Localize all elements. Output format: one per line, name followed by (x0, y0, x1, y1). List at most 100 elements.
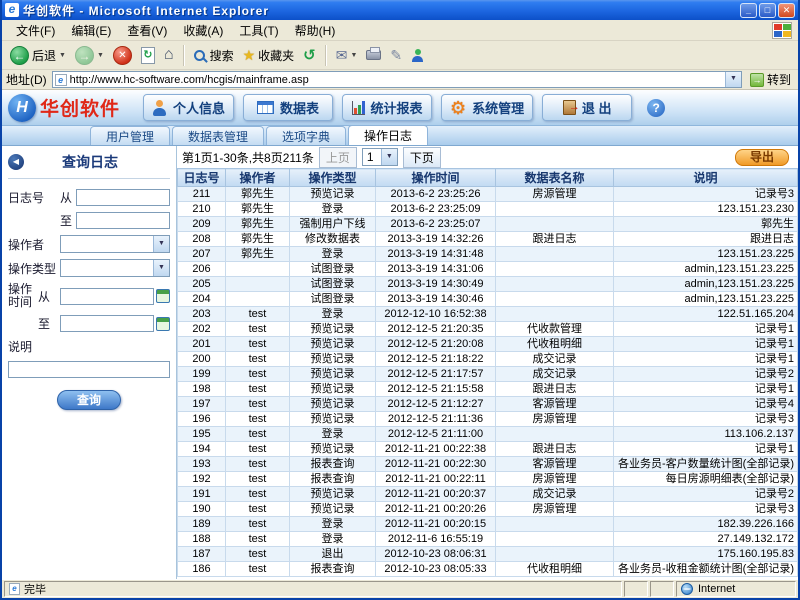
table-row[interactable]: 196 test 预览记录 2012-12-5 21:11:36 房源管理 记录号3 (177, 411, 798, 427)
col-header-table-name[interactable]: 数据表名称 (495, 168, 614, 187)
table-row[interactable]: 209 郭先生 强制用户下线 2013-6-2 23:25:07 郭先生 (177, 216, 798, 232)
calendar-icon[interactable] (156, 316, 170, 331)
calendar-icon[interactable] (156, 289, 170, 303)
menu-view[interactable]: 查看(V) (119, 20, 175, 41)
address-input[interactable] (69, 73, 725, 86)
mail-dropdown-icon[interactable]: ▼ (350, 52, 357, 59)
cell-operator (225, 276, 290, 292)
desc-input[interactable] (8, 361, 170, 378)
page-icon: e (54, 73, 67, 86)
cell-operator (225, 291, 290, 307)
log-no-to-row: 至 (8, 212, 170, 229)
op-type-select[interactable]: ▼ (60, 259, 170, 277)
table-row[interactable]: 200 test 预览记录 2012-12-5 21:18:22 成交记录 记录号1 (177, 351, 798, 367)
nav-data-tables-button[interactable]: 数据表 (243, 94, 334, 121)
nav-system-management-button[interactable]: ⚙ 系统管理 (441, 94, 534, 121)
op-time-to-row: 至 (8, 315, 170, 332)
tab-option-dictionary[interactable]: 选项字典 (266, 126, 347, 145)
col-header-operator[interactable]: 操作者 (225, 168, 290, 187)
close-button[interactable]: ✕ (778, 2, 795, 18)
tab-operation-log[interactable]: 操作日志 (348, 125, 429, 145)
help-button[interactable]: ? (647, 98, 666, 117)
table-row[interactable]: 202 test 预览记录 2012-12-5 21:20:35 代收款管理 记录号1 (177, 321, 798, 337)
refresh-button[interactable]: ↻ (138, 45, 158, 66)
table-row[interactable]: 198 test 预览记录 2012-12-5 21:15:58 跟进日志 记录号1 (177, 381, 798, 397)
ie-toolbar: ← 后退 ▼ → ▼ ✕ ↻ ⌂ 搜索 ★ 收藏夹 ↺ ✉ ▼ ✎ (2, 41, 798, 70)
table-row[interactable]: 192 test 报表查询 2012-11-21 00:22:11 房源管理 每日房源明细… (177, 471, 798, 487)
table-row[interactable]: 204 试图登录 2013-3-19 14:30:46 admin,123.151.2… (177, 291, 798, 307)
table-row[interactable]: 211 郭先生 预览记录 2013-6-2 23:25:26 房源管理 记录号3 (177, 186, 798, 202)
op-time-to-input[interactable] (60, 315, 154, 332)
cell-op-type: 预览记录 (289, 501, 376, 517)
log-no-from-input[interactable] (76, 189, 170, 206)
table-row[interactable]: 195 test 登录 2012-12-5 21:11:00 113.106.2.137 (177, 426, 798, 442)
prev-page-button[interactable]: 上页 (318, 146, 357, 168)
operator-select[interactable]: ▼ (60, 235, 170, 253)
print-button[interactable] (363, 47, 384, 62)
history-button[interactable]: ↺ (300, 44, 319, 66)
table-row[interactable]: 197 test 预览记录 2012-12-5 21:12:27 客源管理 记录号4 (177, 396, 798, 412)
export-button[interactable]: 导出 (735, 148, 789, 166)
cell-op-time: 2012-12-5 21:12:27 (375, 396, 496, 412)
cell-log-no: 211 (177, 186, 226, 202)
op-time-from-input[interactable] (60, 287, 154, 305)
go-button[interactable]: → 转到 (747, 71, 794, 88)
brand-logo-icon: H (8, 93, 36, 122)
query-button[interactable]: 查询 (57, 390, 121, 410)
forward-dropdown-icon[interactable]: ▼ (97, 52, 104, 59)
maximize-button[interactable]: □ (759, 2, 776, 18)
table-row[interactable]: 187 test 退出 2012-10-23 08:06:31 175.160.195.… (177, 546, 798, 562)
cell-description: 123.151.23.225 (613, 246, 798, 262)
collapse-sidebar-button[interactable]: ◀ (8, 154, 24, 170)
favorites-button[interactable]: ★ 收藏夹 (240, 45, 298, 66)
back-button[interactable]: ← 后退 ▼ (7, 44, 69, 67)
messenger-button[interactable] (408, 47, 427, 64)
next-page-button[interactable]: 下页 (402, 146, 441, 168)
table-row[interactable]: 203 test 登录 2012-12-10 16:52:38 122.51.165.2… (177, 306, 798, 322)
stop-button[interactable]: ✕ (110, 44, 135, 67)
table-row[interactable]: 189 test 登录 2012-11-21 00:20:15 182.39.226.1… (177, 516, 798, 532)
cell-log-no: 192 (177, 471, 226, 487)
tab-user-management[interactable]: 用户管理 (90, 126, 171, 145)
col-header-description[interactable]: 说明 (613, 168, 798, 187)
table-row[interactable]: 208 郭先生 修改数据表 2013-3-19 14:32:26 跟进日志 跟进日志 (177, 231, 798, 247)
table-row[interactable]: 207 郭先生 登录 2013-3-19 14:31:48 123.151.23.225 (177, 246, 798, 262)
nav-personal-info-button[interactable]: 个人信息 (143, 94, 235, 121)
nav-statistics-button[interactable]: 统计报表 (342, 94, 433, 121)
address-dropdown-icon[interactable]: ▼ (724, 72, 741, 87)
menu-help[interactable]: 帮助(H) (287, 20, 344, 41)
page-select[interactable]: 1 ▼ (361, 148, 398, 166)
log-no-to-input[interactable] (76, 212, 170, 229)
cell-operator: test (225, 411, 290, 427)
table-row[interactable]: 199 test 预览记录 2012-12-5 21:17:57 成交记录 记录号2 (177, 366, 798, 382)
table-row[interactable]: 205 试图登录 2013-3-19 14:30:49 admin,123.151.2… (177, 276, 798, 292)
search-button[interactable]: 搜索 (191, 45, 237, 66)
table-row[interactable]: 210 郭先生 登录 2013-6-2 23:25:09 123.151.23.230 (177, 201, 798, 217)
menu-tools[interactable]: 工具(T) (231, 20, 286, 41)
back-dropdown-icon[interactable]: ▼ (59, 52, 66, 59)
menu-favorites[interactable]: 收藏(A) (175, 20, 231, 41)
menu-file[interactable]: 文件(F) (8, 20, 63, 41)
col-header-op-time[interactable]: 操作时间 (375, 168, 496, 187)
table-row[interactable]: 191 test 预览记录 2012-11-21 00:20:37 成交记录 记录号2 (177, 486, 798, 502)
forward-button[interactable]: → ▼ (72, 44, 107, 67)
nav-logout-button[interactable]: 退 出 (542, 94, 633, 121)
col-header-log-no[interactable]: 日志号 (177, 168, 226, 187)
table-row[interactable]: 190 test 预览记录 2012-11-21 00:20:26 房源管理 记录号3 (177, 501, 798, 517)
tab-table-management[interactable]: 数据表管理 (172, 126, 265, 145)
edit-button[interactable]: ✎ (387, 45, 405, 66)
menu-edit[interactable]: 编辑(E) (63, 20, 119, 41)
cell-op-type: 登录 (289, 516, 376, 532)
cell-table-name: 代收租明细 (495, 561, 614, 577)
home-button[interactable]: ⌂ (161, 44, 177, 66)
table-row[interactable]: 188 test 登录 2012-11-6 16:55:19 27.149.132.17… (177, 531, 798, 547)
table-row[interactable]: 193 test 报表查询 2012-11-21 00:22:30 客源管理 各业务员-客… (177, 456, 798, 472)
cell-table-name (495, 216, 614, 232)
col-header-op-type[interactable]: 操作类型 (289, 168, 376, 187)
table-row[interactable]: 194 test 预览记录 2012-11-21 00:22:38 跟进日志 记录号1 (177, 441, 798, 457)
mail-button[interactable]: ✉ ▼ (333, 45, 361, 66)
table-row[interactable]: 201 test 预览记录 2012-12-5 21:20:08 代收租明细 记录号1 (177, 336, 798, 352)
table-row[interactable]: 186 test 报表查询 2012-10-23 08:05:33 代收租明细 各业务员-… (177, 561, 798, 577)
table-row[interactable]: 206 试图登录 2013-3-19 14:31:06 admin,123.151.2… (177, 261, 798, 277)
minimize-button[interactable]: _ (740, 2, 757, 18)
